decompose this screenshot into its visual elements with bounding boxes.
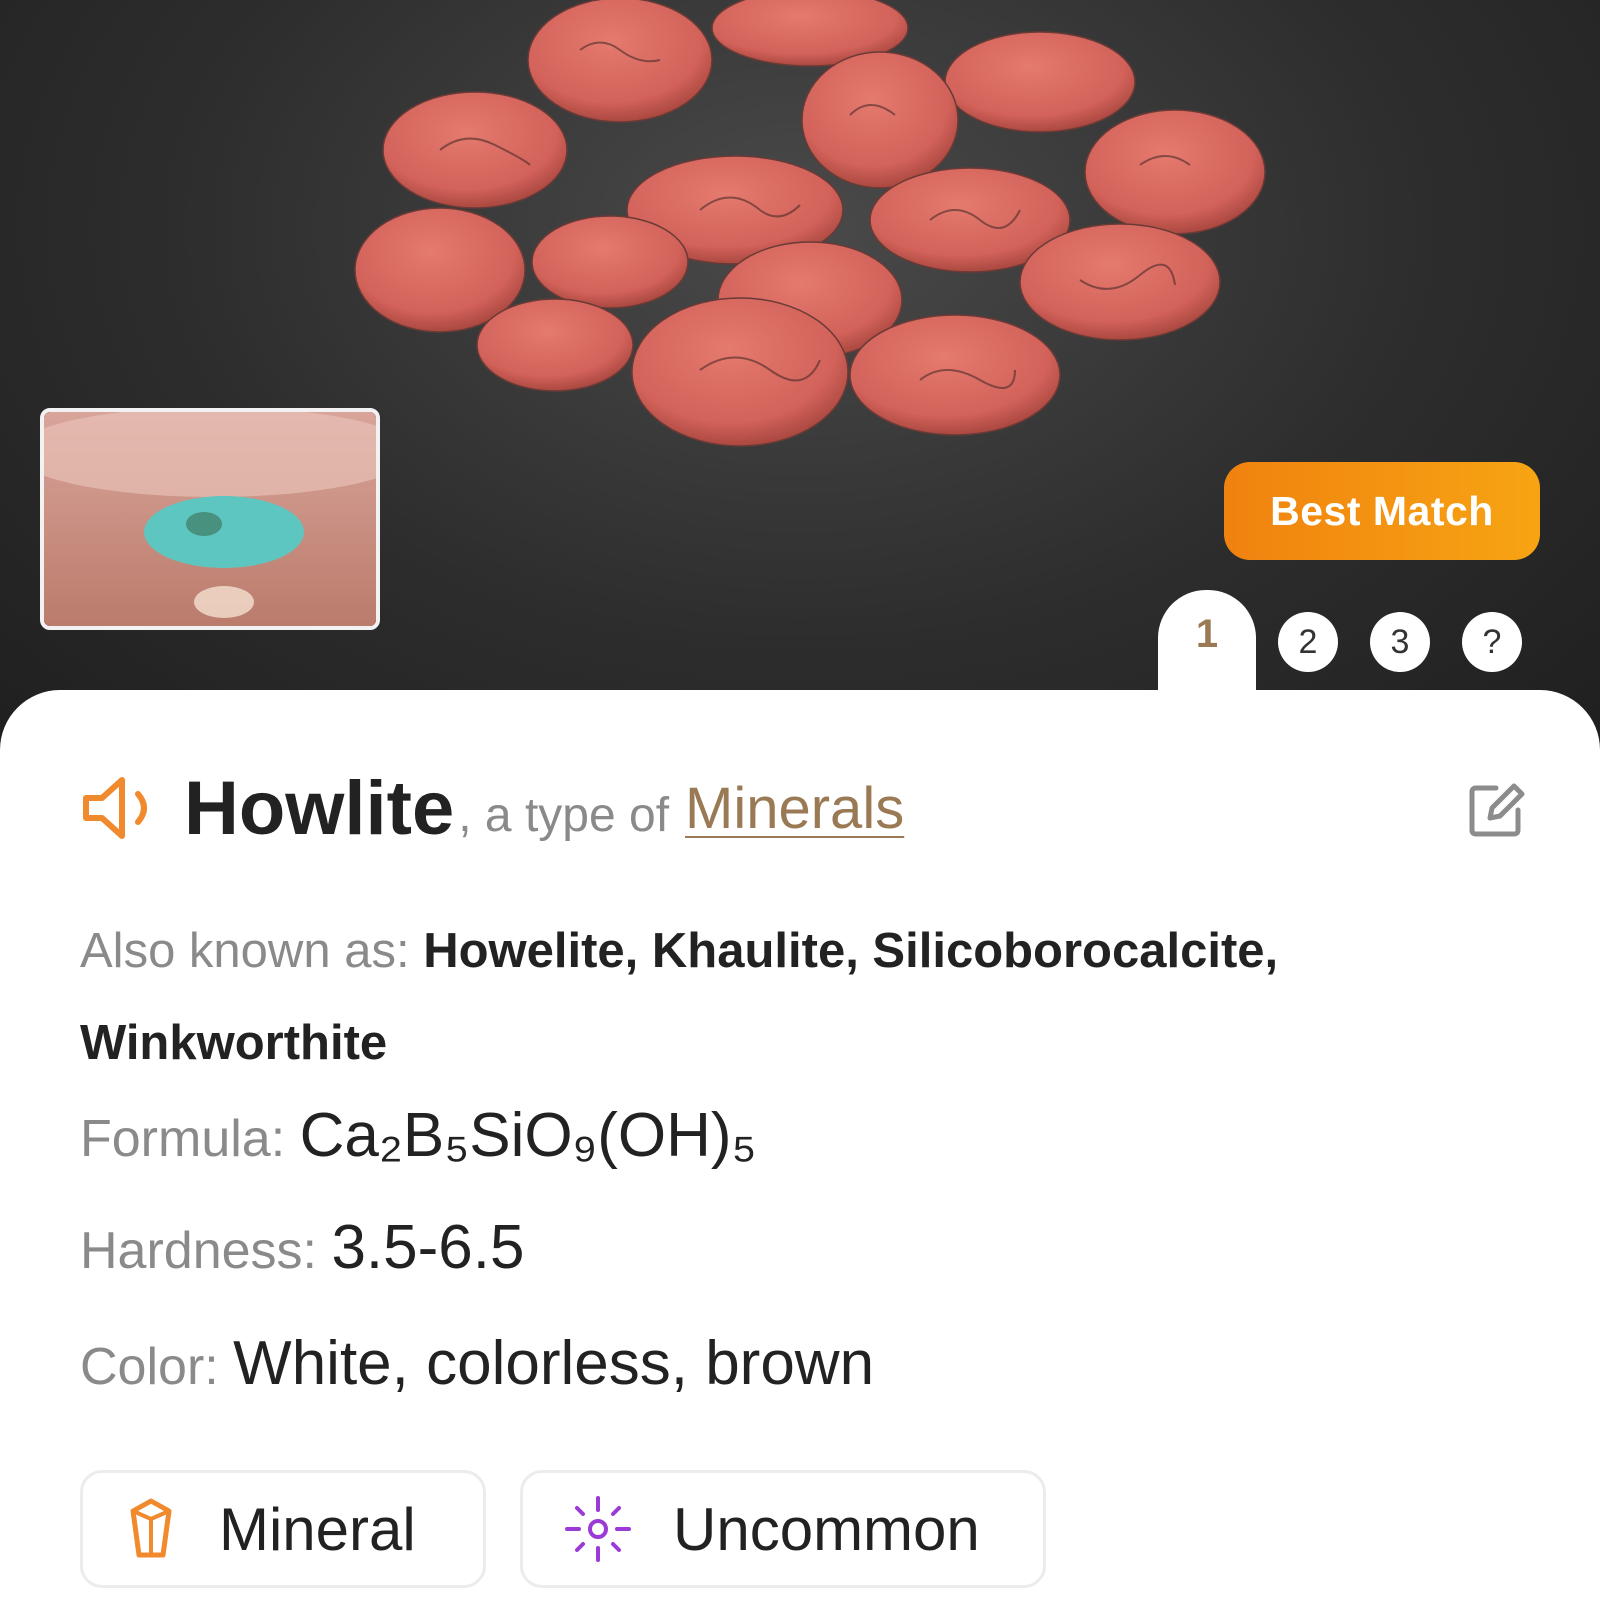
aka-label: Also known as: [80,924,410,978]
formula-row: Formula: Ca₂B₅SiO₉(OH)₅ [80,1100,1500,1171]
color-value: White, colorless, brown [233,1329,875,1398]
type-of-text: , a type of [458,788,670,842]
sparkle-icon [565,1496,631,1562]
match-tab-1[interactable]: 1 [1158,590,1256,700]
user-photo-thumbnail[interactable] [40,408,380,630]
tag-mineral[interactable]: Mineral [80,1470,486,1588]
color-row: Color: White, colorless, brown [80,1328,1500,1399]
user-photo-image [44,412,376,626]
match-tab-3[interactable]: 3 [1370,612,1430,672]
edit-icon[interactable] [1466,780,1526,840]
hardness-value: 3.5-6.5 [331,1213,525,1282]
tag-mineral-label: Mineral [219,1495,416,1563]
speaker-icon[interactable] [80,768,166,848]
formula-label: Formula: [80,1110,286,1168]
also-known-as: Also known as: Howelite, Khaulite, Silic… [80,905,1500,1089]
result-photo[interactable]: Best Match [0,0,1600,760]
crystal-icon [130,1498,172,1558]
tag-uncommon-label: Uncommon [673,1495,980,1563]
hardness-label: Hardness: [80,1222,317,1280]
hardness-row: Hardness: 3.5-6.5 [80,1212,1500,1283]
best-match-badge: Best Match [1224,462,1540,560]
category-link[interactable]: Minerals [685,775,904,842]
mineral-name: Howlite [184,765,455,851]
formula-value: Ca₂B₅SiO₉(OH)₅ [299,1101,757,1170]
match-tab-help[interactable]: ? [1462,612,1522,672]
howlite-beads-image [354,0,1266,447]
match-tab-2[interactable]: 2 [1278,612,1338,672]
result-title: Howlite , a type of Minerals [80,758,1520,858]
color-label: Color: [80,1338,219,1396]
tag-uncommon[interactable]: Uncommon [520,1470,1046,1588]
